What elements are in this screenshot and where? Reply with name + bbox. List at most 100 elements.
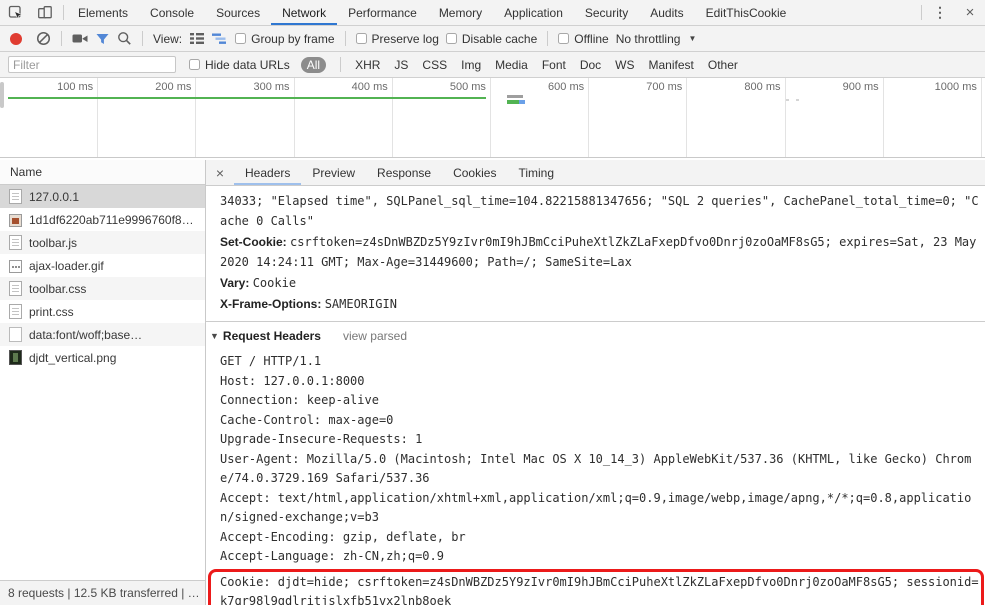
tab-performance[interactable]: Performance: [337, 0, 428, 25]
request-row-ajax-loader-gif[interactable]: ajax-loader.gif: [0, 254, 205, 277]
network-main-split: Name 127.0.0.1 1d1df6220ab711e9996760f8……: [0, 160, 985, 605]
divider: [142, 31, 143, 46]
response-header-vary: Vary: Cookie: [220, 273, 985, 293]
type-filter-font[interactable]: Font: [542, 58, 566, 72]
type-filter-doc[interactable]: Doc: [580, 58, 601, 72]
tab-editthiscookie[interactable]: EditThisCookie: [695, 0, 798, 25]
type-filter-media[interactable]: Media: [495, 58, 528, 72]
detail-tab-headers[interactable]: Headers: [234, 160, 302, 185]
view-label: View:: [153, 31, 183, 46]
offline-option: Offline: [558, 32, 609, 46]
offline-checkbox[interactable]: [558, 33, 570, 44]
detail-tab-cookies[interactable]: Cookies: [442, 160, 507, 185]
request-row-djdt-vertical-png[interactable]: djdt_vertical.png: [0, 346, 205, 369]
type-filter-manifest[interactable]: Manifest: [649, 58, 694, 72]
detail-tab-timing[interactable]: Timing: [507, 160, 565, 185]
device-toolbar-button[interactable]: [30, 0, 60, 25]
divider: [921, 5, 922, 20]
request-row-print-css[interactable]: print.css: [0, 300, 205, 323]
name-column-header[interactable]: Name: [0, 160, 205, 185]
type-filter-other[interactable]: Other: [708, 58, 738, 72]
inspect-element-button[interactable]: [0, 0, 30, 25]
resource-type-filters: All XHR JS CSS Img Media Font Doc WS Man…: [300, 56, 738, 73]
request-row-toolbar-js[interactable]: toolbar.js: [0, 231, 205, 254]
group-by-frame-option: Group by frame: [235, 32, 335, 46]
overview-request-bar: [507, 100, 519, 104]
divider: [547, 31, 549, 46]
tick-label: 200 ms: [98, 78, 197, 157]
overview-load-line: [8, 97, 486, 99]
request-headers-title: Request Headers: [222, 329, 321, 343]
hide-data-urls-option: Hide data URLs: [189, 58, 290, 72]
response-header-set-cookie: Set-Cookie: csrftoken=z4sDnWBZDz5Y9zIvr0…: [220, 232, 985, 272]
throttling-dropdown[interactable]: No throttling ▼: [616, 32, 697, 46]
request-row-127-0-0-1[interactable]: 127.0.0.1: [0, 185, 205, 208]
hide-data-urls-checkbox[interactable]: [189, 59, 200, 70]
tick-label: 400 ms: [295, 78, 393, 157]
request-name: data:font/woff;base…: [29, 327, 143, 342]
tick-label: 300 ms: [196, 78, 295, 157]
request-name: toolbar.js: [29, 235, 78, 250]
network-overview-timeline[interactable]: 100 ms 200 ms 300 ms 400 ms 500 ms 600 m…: [0, 78, 985, 158]
record-button[interactable]: [10, 32, 22, 45]
group-by-frame-checkbox[interactable]: [235, 33, 247, 44]
response-header-overflow-text: 34033; "Elapsed time", SQLPanel_sql_time…: [220, 194, 979, 228]
tab-elements[interactable]: Elements: [67, 0, 139, 25]
request-row-toolbar-css[interactable]: toolbar.css: [0, 277, 205, 300]
tab-console[interactable]: Console: [139, 0, 205, 25]
disable-cache-label: Disable cache: [461, 31, 538, 46]
network-status-bar: 8 requests | 12.5 KB transferred | …: [0, 580, 205, 605]
disclosure-triangle-icon[interactable]: ▼: [210, 331, 219, 341]
divider: [340, 57, 342, 72]
type-filter-xhr[interactable]: XHR: [355, 58, 380, 72]
tab-security[interactable]: Security: [574, 0, 639, 25]
font-file-icon: [9, 327, 22, 342]
view-large-rows-button[interactable]: [189, 32, 205, 45]
type-filter-img[interactable]: Img: [461, 58, 481, 72]
capture-screenshots-button[interactable]: [72, 32, 88, 45]
requests-pane: Name 127.0.0.1 1d1df6220ab711e9996760f8……: [0, 160, 206, 605]
header-value: Cookie: [252, 276, 297, 290]
filter-input[interactable]: [8, 56, 176, 73]
request-row-1d1df6220[interactable]: 1d1df6220ab711e9996760f8…: [0, 208, 205, 231]
image-file-icon: [9, 259, 22, 273]
tab-application[interactable]: Application: [493, 0, 574, 25]
overview-request-dots: [786, 99, 800, 101]
type-filter-ws[interactable]: WS: [615, 58, 634, 72]
tab-network[interactable]: Network: [271, 0, 338, 25]
clear-icon: [36, 31, 51, 46]
preserve-log-checkbox[interactable]: [355, 33, 367, 44]
search-button[interactable]: [117, 31, 132, 46]
type-filter-js[interactable]: JS: [394, 58, 408, 72]
tab-sources[interactable]: Sources: [205, 0, 271, 25]
request-headers-section-header: ▼ Request Headers view parsed: [210, 327, 985, 345]
request-header-cookie: Cookie: djdt=hide; csrftoken=z4sDnWBZDz5…: [220, 574, 979, 605]
clear-button[interactable]: [36, 31, 51, 46]
request-name: ajax-loader.gif: [29, 258, 104, 273]
type-filter-all[interactable]: All: [300, 56, 327, 73]
filter-bar: Hide data URLs All XHR JS CSS Img Media …: [0, 52, 985, 78]
disable-cache-checkbox[interactable]: [445, 33, 457, 44]
detail-tab-response[interactable]: Response: [366, 160, 442, 185]
tab-audits[interactable]: Audits: [639, 0, 694, 25]
device-toolbar-icon: [38, 6, 52, 19]
view-parsed-link[interactable]: view parsed: [343, 329, 407, 343]
view-waterfall-button[interactable]: [212, 32, 228, 45]
type-filter-css[interactable]: CSS: [422, 58, 447, 72]
request-row-data-font-woff[interactable]: data:font/woff;base…: [0, 323, 205, 346]
hide-data-urls-label: Hide data URLs: [205, 57, 290, 72]
timeline-ticks: 100 ms 200 ms 300 ms 400 ms 500 ms 600 m…: [0, 78, 985, 157]
detail-tab-preview[interactable]: Preview: [301, 160, 366, 185]
close-devtools-icon[interactable]: ×: [955, 0, 985, 25]
request-header-upgrade-insecure-requests: Upgrade-Insecure-Requests: 1: [220, 432, 423, 446]
tick-label: 500 ms: [393, 78, 491, 157]
close-detail-icon[interactable]: ×: [206, 160, 234, 185]
filter-button[interactable]: [95, 32, 110, 46]
disable-cache-option: Disable cache: [445, 31, 538, 46]
overview-scroll-handle[interactable]: [0, 82, 4, 108]
filter-funnel-icon: [96, 33, 109, 44]
request-detail-pane: × Headers Preview Response Cookies Timin…: [206, 160, 985, 605]
kebab-menu-icon[interactable]: ⋮: [925, 0, 955, 25]
request-header-accept-encoding: Accept-Encoding: gzip, deflate, br: [220, 529, 466, 544]
tab-memory[interactable]: Memory: [428, 0, 493, 25]
